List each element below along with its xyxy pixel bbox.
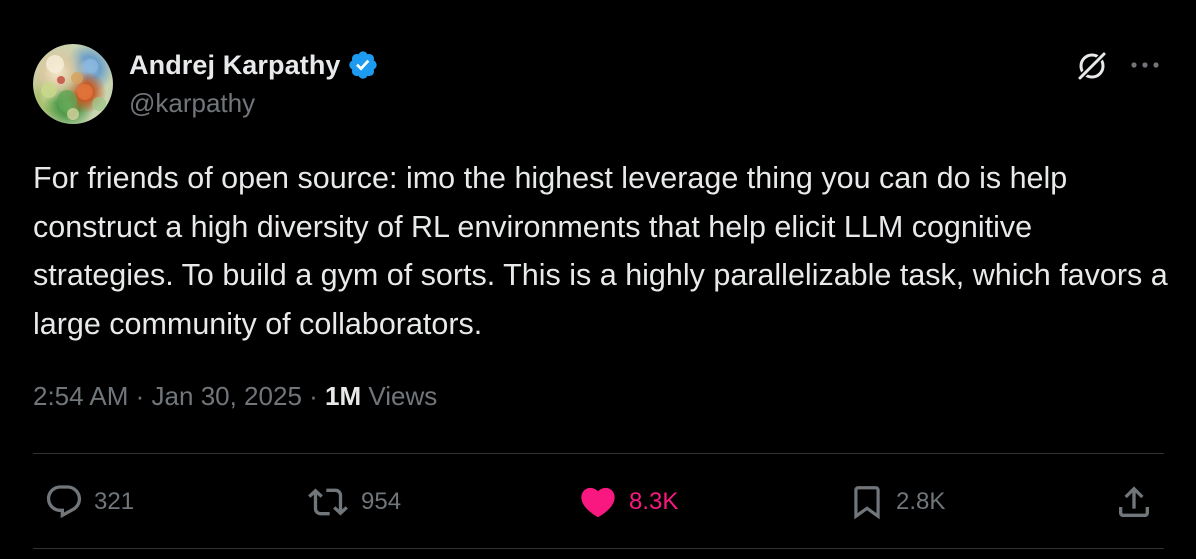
- meta-separator: ·: [135, 381, 145, 411]
- verified-badge-icon[interactable]: [347, 49, 379, 81]
- reply-count: 321: [94, 488, 135, 515]
- tweet-text: For friends of open source: imo the high…: [33, 161, 1177, 341]
- reply-icon: [44, 482, 84, 522]
- views-count: 1M: [325, 381, 362, 411]
- repost-icon: [305, 482, 351, 522]
- tweet-date[interactable]: Jan 30, 2025: [152, 381, 302, 412]
- repost-button[interactable]: 954: [305, 481, 401, 523]
- meta-separator: ·: [309, 381, 318, 411]
- repost-count: 954: [361, 488, 402, 515]
- tweet-meta: 2:54 AM · Jan 30, 2025 · 1M Views: [33, 381, 437, 412]
- tweet-time[interactable]: 2:54 AM: [33, 381, 128, 412]
- tweet: Andrej Karpathy @karpathy For friends of…: [0, 0, 1196, 559]
- share-icon: [1114, 481, 1154, 523]
- author-handle[interactable]: @karpathy: [129, 88, 255, 119]
- views-label: Views: [368, 381, 438, 411]
- bookmark-count: 2.8K: [896, 488, 946, 515]
- grok-icon[interactable]: [1073, 47, 1111, 85]
- more-icon[interactable]: [1127, 50, 1163, 80]
- bottom-divider: [33, 548, 1164, 549]
- avatar[interactable]: [33, 44, 113, 124]
- share-button[interactable]: [1114, 481, 1154, 523]
- author-name-row[interactable]: Andrej Karpathy: [129, 48, 379, 82]
- like-count: 8.3K: [629, 488, 679, 515]
- author-display-name[interactable]: Andrej Karpathy: [129, 50, 341, 81]
- bookmark-icon: [848, 481, 886, 523]
- bookmark-button[interactable]: 2.8K: [848, 481, 945, 523]
- reply-button[interactable]: 321: [44, 481, 134, 523]
- heart-icon: [577, 482, 619, 522]
- like-button[interactable]: 8.3K: [577, 481, 678, 523]
- divider: [33, 453, 1164, 454]
